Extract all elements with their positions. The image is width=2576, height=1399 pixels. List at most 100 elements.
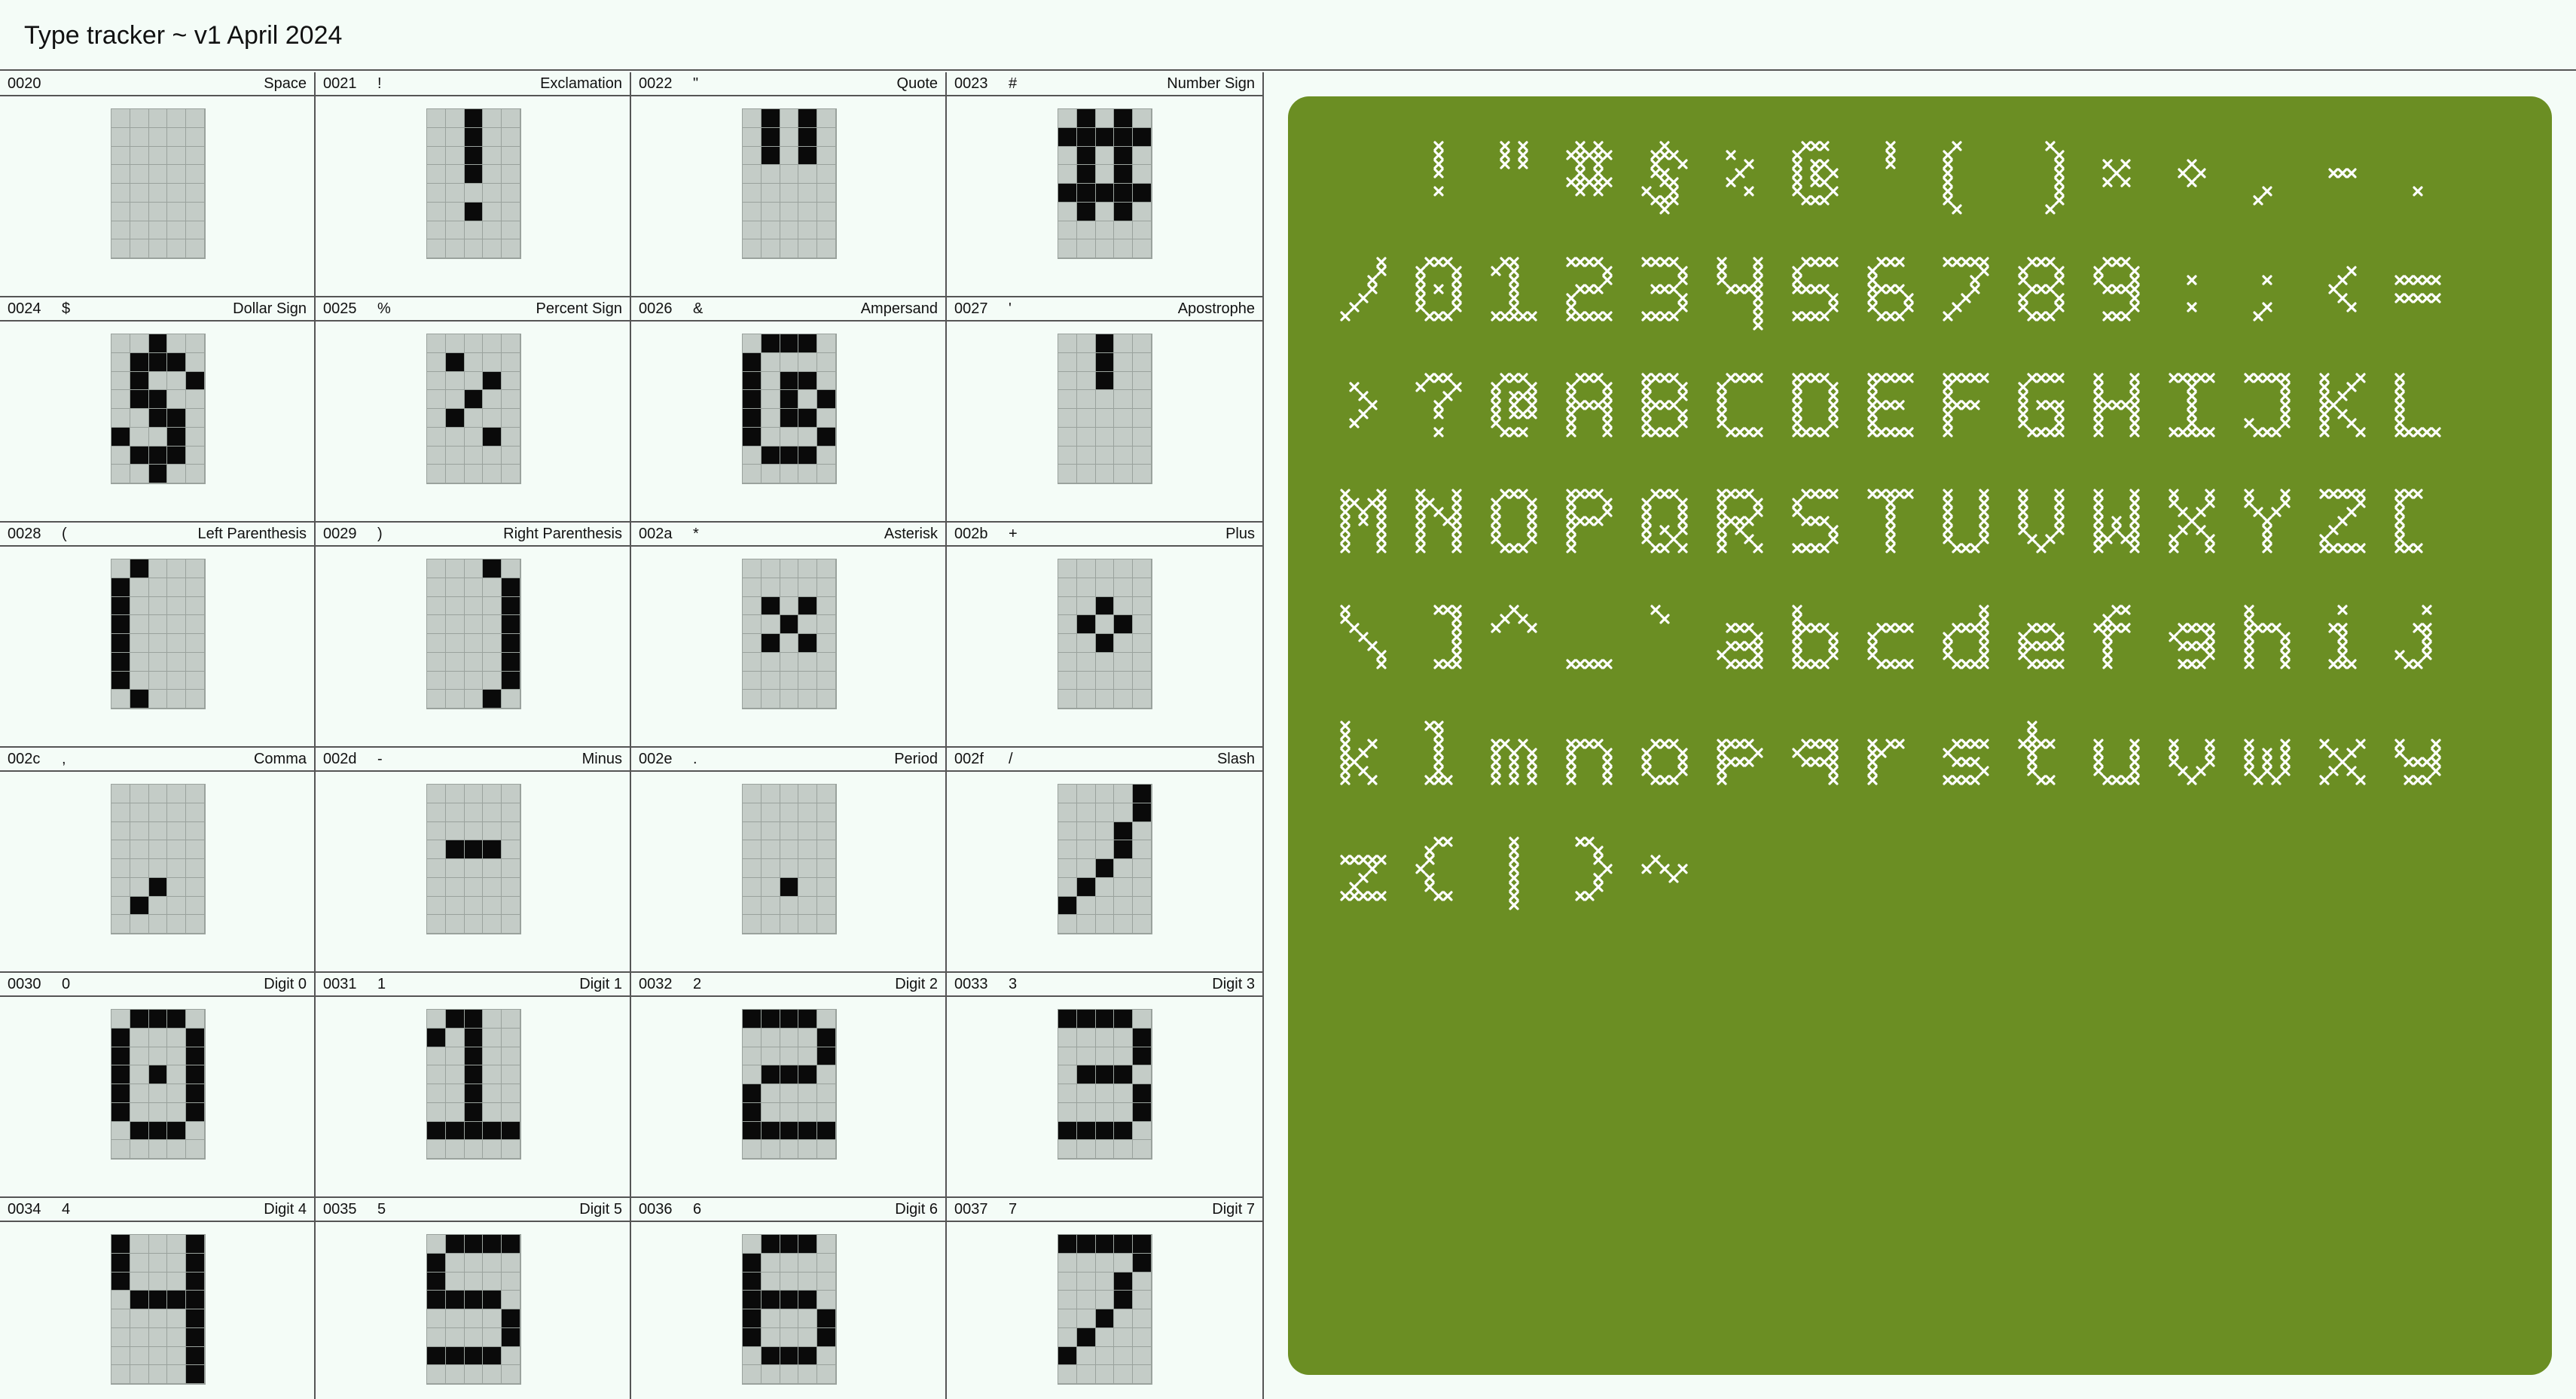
glyph-pixel[interactable] (743, 596, 762, 616)
glyph-pixel[interactable] (1076, 690, 1096, 709)
glyph-pixel[interactable] (130, 821, 149, 841)
glyph-pixel[interactable] (502, 390, 520, 409)
glyph-pixel[interactable] (1058, 427, 1077, 447)
glyph-pixel[interactable] (502, 1346, 520, 1366)
glyph-pixel[interactable] (1095, 1010, 1115, 1029)
glyph-pixel[interactable] (483, 1327, 502, 1347)
glyph-pixel[interactable] (780, 1102, 799, 1122)
glyph-pixel[interactable] (186, 1065, 205, 1084)
glyph-pixel[interactable] (1095, 803, 1115, 822)
glyph-pixel[interactable] (186, 1084, 205, 1103)
glyph-pixel[interactable] (761, 896, 780, 916)
glyph-pixel[interactable] (130, 803, 149, 822)
glyph-pixel[interactable] (1114, 446, 1134, 465)
glyph-pixel[interactable] (427, 427, 446, 447)
glyph-pixel[interactable] (1133, 1047, 1152, 1066)
glyph-pixel[interactable] (1076, 578, 1096, 597)
glyph-pixel[interactable] (761, 1253, 780, 1273)
glyph-pixel[interactable] (1058, 109, 1077, 128)
glyph-pixel[interactable] (798, 109, 818, 128)
glyph-pixel[interactable] (761, 840, 780, 859)
glyph-pixel[interactable] (780, 465, 799, 483)
glyph-pixel[interactable] (1114, 877, 1134, 897)
glyph-pixel[interactable] (148, 1365, 168, 1384)
glyph-pixel[interactable] (111, 821, 130, 841)
glyph-pixel[interactable] (130, 371, 149, 391)
glyph-pixel[interactable] (167, 446, 187, 465)
glyph-pixel[interactable] (502, 165, 520, 184)
glyph-pixel[interactable] (130, 1065, 149, 1084)
glyph-pixel[interactable] (483, 1253, 502, 1273)
glyph-pixel[interactable] (798, 1065, 818, 1084)
glyph-pixel[interactable] (780, 1121, 799, 1141)
glyph-pixel[interactable] (427, 652, 446, 672)
glyph-pixel[interactable] (148, 1140, 168, 1159)
glyph-cell[interactable]: 0028 (Left Parenthesis (0, 523, 316, 748)
glyph-pixel[interactable] (167, 109, 187, 128)
glyph-pixel[interactable] (186, 239, 205, 258)
glyph-pixel[interactable] (761, 634, 780, 653)
glyph-pixel[interactable] (427, 559, 446, 578)
glyph-pixel[interactable] (464, 671, 484, 690)
glyph-pixel[interactable] (817, 165, 836, 184)
glyph-pixel[interactable] (817, 596, 836, 616)
glyph-pixel[interactable] (148, 239, 168, 258)
glyph-pixel[interactable] (186, 1047, 205, 1066)
glyph-pixel[interactable] (464, 202, 484, 221)
glyph-pixel[interactable] (445, 1327, 465, 1347)
glyph-pixel[interactable] (148, 671, 168, 690)
glyph-pixel[interactable] (1114, 896, 1134, 916)
glyph-pixel[interactable] (167, 1010, 187, 1029)
glyph-pixel[interactable] (483, 785, 502, 803)
glyph-pixel[interactable] (1095, 840, 1115, 859)
glyph-pixel[interactable] (130, 427, 149, 447)
glyph-pixel[interactable] (1058, 1253, 1077, 1273)
glyph-pixel[interactable] (130, 1309, 149, 1328)
glyph-pixel[interactable] (427, 634, 446, 653)
glyph-pixel[interactable] (780, 821, 799, 841)
glyph-pixel[interactable] (445, 427, 465, 447)
glyph-pixel[interactable] (743, 334, 762, 353)
glyph-pixel[interactable] (817, 915, 836, 934)
glyph-pixel[interactable] (111, 334, 130, 353)
glyph-pixel[interactable] (743, 1365, 762, 1384)
glyph-pixel[interactable] (761, 1291, 780, 1309)
glyph-pixel[interactable] (148, 896, 168, 916)
glyph-pixel[interactable] (427, 1272, 446, 1291)
glyph-pixel[interactable] (780, 202, 799, 221)
glyph-pixel[interactable] (464, 859, 484, 878)
glyph-pixel[interactable] (798, 165, 818, 184)
glyph-pixel[interactable] (483, 596, 502, 616)
glyph-pixel[interactable] (427, 877, 446, 897)
glyph-pixel[interactable] (464, 465, 484, 483)
glyph-pixel[interactable] (464, 690, 484, 709)
glyph-pixel-editor[interactable] (742, 108, 837, 259)
glyph-pixel[interactable] (502, 427, 520, 447)
glyph-pixel[interactable] (743, 821, 762, 841)
glyph-pixel[interactable] (1095, 239, 1115, 258)
glyph-pixel[interactable] (1133, 1272, 1152, 1291)
glyph-pixel[interactable] (817, 578, 836, 597)
glyph-pixel[interactable] (1076, 1065, 1096, 1084)
glyph-pixel[interactable] (464, 634, 484, 653)
glyph-pixel[interactable] (186, 446, 205, 465)
glyph-pixel[interactable] (761, 1346, 780, 1366)
glyph-pixel[interactable] (445, 1102, 465, 1122)
glyph-pixel[interactable] (1133, 184, 1152, 203)
glyph-pixel[interactable] (1133, 465, 1152, 483)
glyph-pixel[interactable] (761, 1028, 780, 1047)
glyph-pixel[interactable] (1058, 1102, 1077, 1122)
glyph-pixel[interactable] (148, 578, 168, 597)
glyph-pixel[interactable] (427, 1028, 446, 1047)
glyph-pixel[interactable] (445, 785, 465, 803)
glyph-pixel[interactable] (1133, 578, 1152, 597)
glyph-pixel[interactable] (1114, 1047, 1134, 1066)
glyph-pixel[interactable] (743, 165, 762, 184)
glyph-pixel[interactable] (1058, 671, 1077, 690)
glyph-pixel[interactable] (445, 1272, 465, 1291)
glyph-pixel[interactable] (130, 596, 149, 616)
glyph-pixel[interactable] (464, 1253, 484, 1273)
glyph-pixel[interactable] (761, 1272, 780, 1291)
glyph-pixel[interactable] (186, 690, 205, 709)
glyph-pixel[interactable] (817, 859, 836, 878)
